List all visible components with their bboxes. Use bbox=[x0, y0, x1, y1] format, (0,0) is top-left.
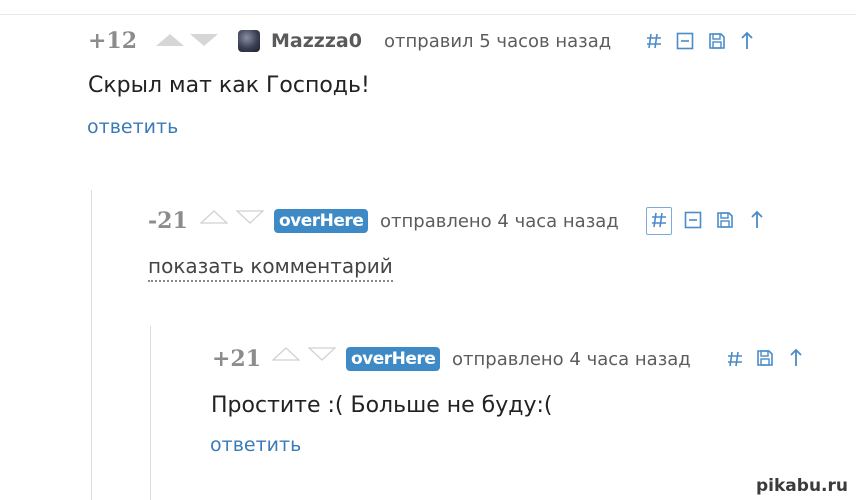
hash-icon[interactable] bbox=[646, 32, 662, 50]
comment-rating: -21 bbox=[148, 208, 188, 234]
thread-line[interactable] bbox=[91, 190, 92, 500]
comment-timestamp: отправлено 4 часа назад bbox=[452, 349, 691, 370]
watermark: pikabu.ru bbox=[756, 476, 848, 496]
hash-icon[interactable] bbox=[651, 211, 667, 229]
upvote-arrow-icon[interactable] bbox=[156, 34, 184, 46]
reply-link[interactable]: ответить bbox=[87, 116, 178, 138]
downvote-arrow-icon[interactable] bbox=[308, 347, 336, 361]
save-icon[interactable] bbox=[708, 32, 726, 50]
downvote-arrow-icon[interactable] bbox=[236, 210, 264, 224]
comment-rating: +21 bbox=[212, 346, 262, 372]
upvote-arrow-icon[interactable] bbox=[200, 210, 228, 224]
comment-rating: +12 bbox=[88, 28, 138, 54]
collapse-icon[interactable] bbox=[676, 32, 694, 50]
comment-timestamp: отправил 5 часов назад bbox=[384, 31, 612, 52]
thread-line[interactable] bbox=[150, 326, 151, 500]
avatar[interactable] bbox=[238, 30, 260, 52]
comment-text: Скрыл мат как Господь! bbox=[88, 73, 370, 98]
hash-icon[interactable] bbox=[727, 350, 743, 368]
up-icon[interactable] bbox=[750, 210, 764, 230]
reply-link[interactable]: ответить bbox=[210, 434, 301, 456]
username-badge[interactable]: overHere bbox=[274, 209, 369, 233]
username-badge[interactable]: overHere bbox=[346, 347, 441, 371]
up-icon[interactable] bbox=[740, 31, 754, 51]
username[interactable]: Mazzza0 bbox=[271, 30, 362, 52]
save-icon[interactable] bbox=[716, 211, 734, 229]
comment-text: Простите :( Больше не буду:( bbox=[211, 393, 553, 418]
up-icon[interactable] bbox=[789, 348, 803, 368]
upvote-arrow-icon[interactable] bbox=[272, 347, 300, 361]
comment-timestamp: отправлено 4 часа назад bbox=[380, 211, 619, 232]
collapse-icon[interactable] bbox=[684, 211, 702, 229]
save-icon[interactable] bbox=[756, 349, 774, 367]
show-comment-link[interactable]: показать комментарий bbox=[148, 254, 393, 282]
downvote-arrow-icon[interactable] bbox=[190, 34, 218, 46]
top-divider bbox=[0, 14, 856, 15]
